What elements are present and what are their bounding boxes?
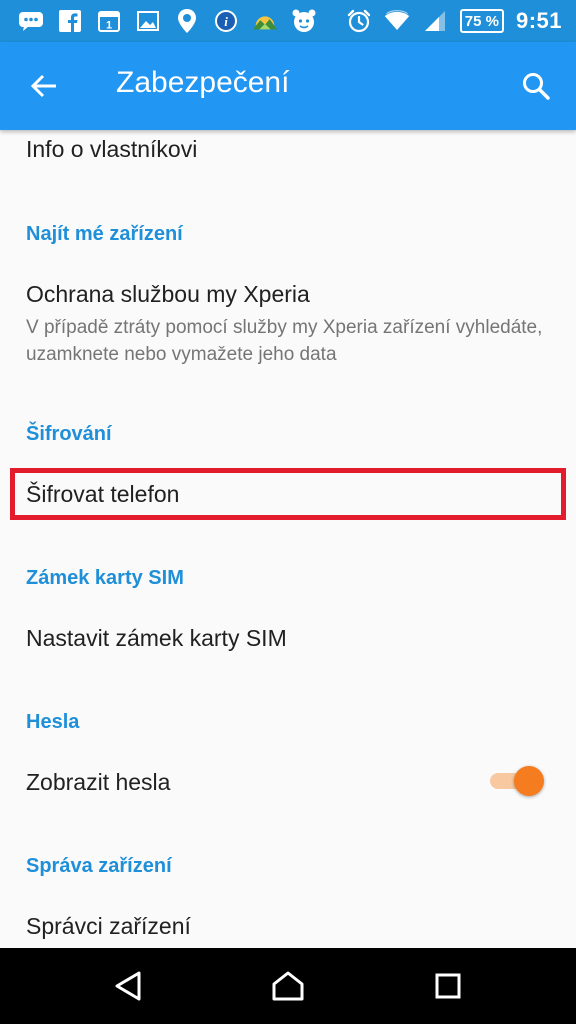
back-triangle-icon — [115, 971, 141, 1001]
owner-info-title: Info o vlastníkovi — [26, 136, 198, 162]
sim-lock-title: Nastavit zámek karty SIM — [26, 625, 287, 651]
recents-icon — [435, 973, 461, 999]
toggle-thumb — [514, 766, 544, 796]
alarm-app-icon — [291, 8, 317, 34]
show-passwords-item[interactable]: Zobrazit hesla — [26, 769, 550, 796]
section-sim-lock: Zámek karty SIM — [26, 567, 184, 589]
weather-icon — [252, 8, 278, 34]
image-icon — [135, 8, 161, 34]
xperia-protection-item[interactable]: Ochrana službou my Xperia V případě ztrá… — [26, 281, 550, 368]
navigation-bar — [0, 948, 576, 1024]
app-toolbar: Zabezpečení — [0, 42, 576, 130]
sim-lock-item[interactable]: Nastavit zámek karty SIM — [26, 625, 550, 652]
nav-back-button[interactable] — [104, 962, 152, 1010]
calendar-day: 1 — [106, 20, 112, 32]
back-button[interactable] — [20, 62, 68, 110]
show-passwords-toggle[interactable] — [490, 766, 544, 796]
calendar-icon: 1 — [96, 8, 122, 34]
home-icon — [272, 971, 304, 1001]
settings-list: Info o vlastníkovi Najít mé zařízení Och… — [0, 130, 576, 948]
wifi-icon — [384, 8, 410, 34]
xperia-protection-title: Ochrana službou my Xperia — [26, 281, 310, 307]
search-button[interactable] — [512, 62, 560, 110]
signal-icon — [422, 8, 448, 34]
status-time: 9:51 — [515, 8, 562, 33]
page-title: Zabezpečení — [116, 66, 290, 99]
xperia-protection-summary: V případě ztráty pomocí služby my Xperia… — [26, 317, 543, 365]
device-admins-title: Správci zařízení — [26, 913, 191, 939]
nav-home-button[interactable] — [264, 962, 312, 1010]
nav-recents-button[interactable] — [424, 962, 472, 1010]
owner-info-item[interactable]: Info o vlastníkovi — [26, 136, 550, 163]
chat-icon — [18, 8, 44, 34]
section-encryption: Šifrování — [26, 423, 112, 445]
section-passwords: Hesla — [26, 711, 80, 733]
facebook-icon — [57, 8, 83, 34]
alarm-clock-icon — [346, 8, 372, 34]
section-device-admin: Správa zařízení — [26, 855, 172, 877]
location-pin-icon — [174, 8, 200, 34]
info-icon: i — [213, 8, 239, 34]
battery-indicator: 75 % — [459, 9, 504, 33]
show-passwords-title: Zobrazit hesla — [26, 769, 171, 795]
svg-text:i: i — [224, 14, 228, 29]
search-icon — [523, 73, 550, 100]
section-find-device: Najít mé zařízení — [26, 223, 183, 245]
status-bar: 1 i 75 % 9:51 — [0, 0, 576, 42]
highlight-box — [10, 468, 566, 520]
device-admins-item[interactable]: Správci zařízení — [26, 913, 550, 940]
arrow-back-icon — [30, 74, 56, 98]
